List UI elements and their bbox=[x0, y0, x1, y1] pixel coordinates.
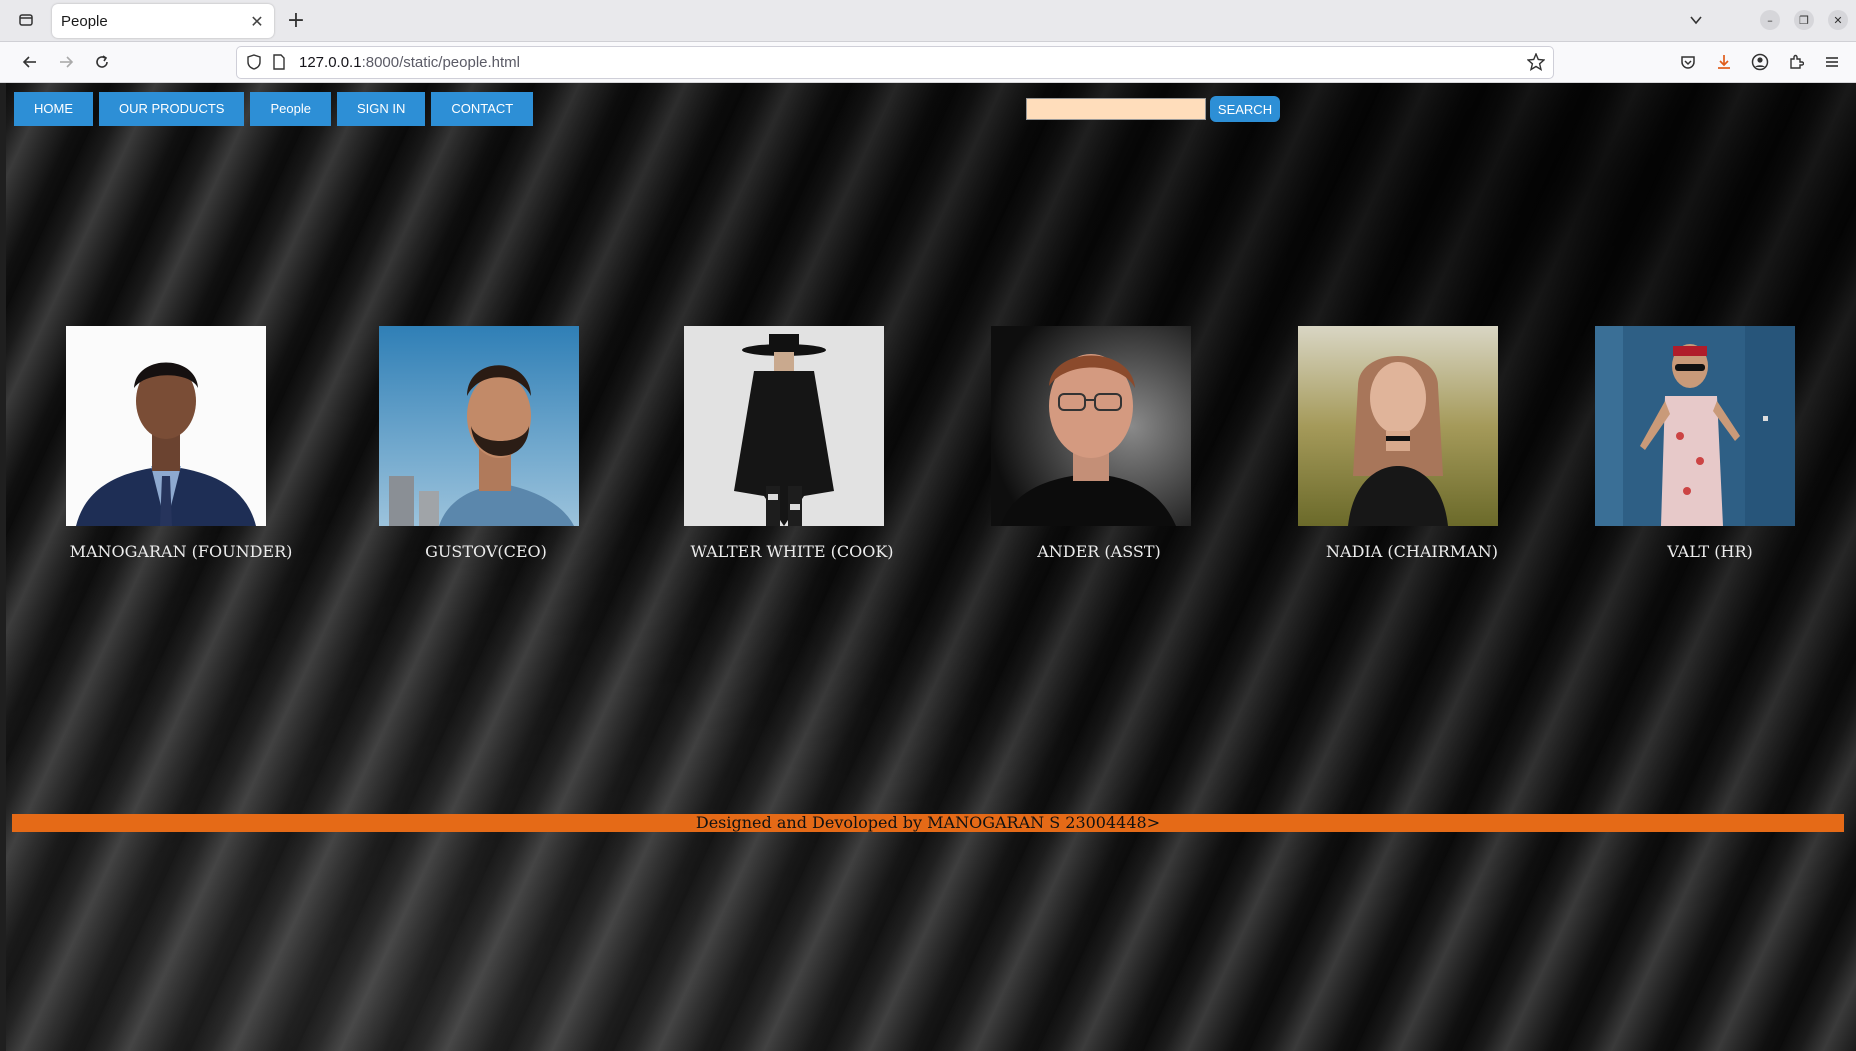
chevron-down-icon[interactable] bbox=[1684, 8, 1708, 32]
site-footer: Designed and Devoloped by MANOGARAN S 23… bbox=[12, 814, 1844, 832]
menu-contact-link[interactable]: CONTACT bbox=[431, 92, 534, 126]
tab-overview-icon[interactable] bbox=[14, 8, 38, 32]
address-bar[interactable]: 127.0.0.1:8000/static/people.html bbox=[236, 46, 1554, 79]
page-content: HOME OUR PRODUCTS People SIGN IN CONTACT… bbox=[6, 83, 1856, 1051]
close-window-icon[interactable]: ✕ bbox=[1828, 10, 1848, 30]
forward-icon[interactable] bbox=[54, 50, 78, 74]
url-path: :8000/static/people.html bbox=[361, 54, 520, 71]
pocket-icon[interactable] bbox=[1676, 50, 1700, 74]
person-photo bbox=[991, 326, 1191, 526]
person-photo bbox=[1298, 326, 1498, 526]
person-photo bbox=[379, 326, 579, 526]
menu-icon[interactable] bbox=[1820, 50, 1844, 74]
extensions-icon[interactable] bbox=[1784, 50, 1808, 74]
person-photo bbox=[684, 326, 884, 526]
minimize-icon[interactable]: – bbox=[1760, 10, 1780, 30]
person-caption: WALTER WHITE (COOK) bbox=[690, 542, 894, 561]
url-host: 127.0.0.1 bbox=[299, 54, 362, 71]
person-caption: VALT (HR) bbox=[1667, 542, 1753, 561]
browser-nav-bar: 127.0.0.1:8000/static/people.html bbox=[0, 42, 1856, 83]
site-menu: HOME OUR PRODUCTS People SIGN IN CONTACT bbox=[14, 92, 534, 126]
person-caption: ANDER (ASST) bbox=[1037, 542, 1161, 561]
person-photo bbox=[1595, 326, 1795, 526]
person-caption: MANOGARAN (FOUNDER) bbox=[69, 542, 293, 561]
page-icon bbox=[273, 54, 285, 74]
people-gallery: MANOGARAN (FOUNDER) GUSTOV(CEO) WALTER W… bbox=[6, 326, 1856, 566]
account-icon[interactable] bbox=[1748, 50, 1772, 74]
person-caption: GUSTOV(CEO) bbox=[425, 542, 547, 561]
url-text: 127.0.0.1:8000/static/people.html bbox=[299, 54, 520, 71]
menu-home-link[interactable]: HOME bbox=[14, 92, 93, 126]
bookmark-star-icon[interactable] bbox=[1526, 52, 1546, 75]
browser-tab-people[interactable]: People ✕ bbox=[52, 4, 274, 38]
close-tab-icon[interactable]: ✕ bbox=[246, 10, 268, 32]
back-icon[interactable] bbox=[18, 50, 42, 74]
browser-tab-bar: People ✕ + – ❐ ✕ bbox=[0, 0, 1856, 42]
search-button[interactable]: SEARCH bbox=[1210, 96, 1280, 122]
restore-icon[interactable]: ❐ bbox=[1794, 10, 1814, 30]
reload-icon[interactable] bbox=[90, 50, 114, 74]
person-caption: NADIA (CHAIRMAN) bbox=[1326, 542, 1498, 561]
download-icon[interactable] bbox=[1712, 50, 1736, 74]
menu-signin-link[interactable]: SIGN IN bbox=[336, 92, 426, 126]
tab-title: People bbox=[61, 12, 108, 30]
search-input[interactable] bbox=[1026, 98, 1206, 120]
menu-products-link[interactable]: OUR PRODUCTS bbox=[99, 92, 245, 126]
new-tab-icon[interactable]: + bbox=[284, 8, 308, 33]
person-photo bbox=[66, 326, 266, 526]
shield-icon[interactable] bbox=[247, 54, 261, 74]
menu-people-link[interactable]: People bbox=[250, 92, 331, 126]
